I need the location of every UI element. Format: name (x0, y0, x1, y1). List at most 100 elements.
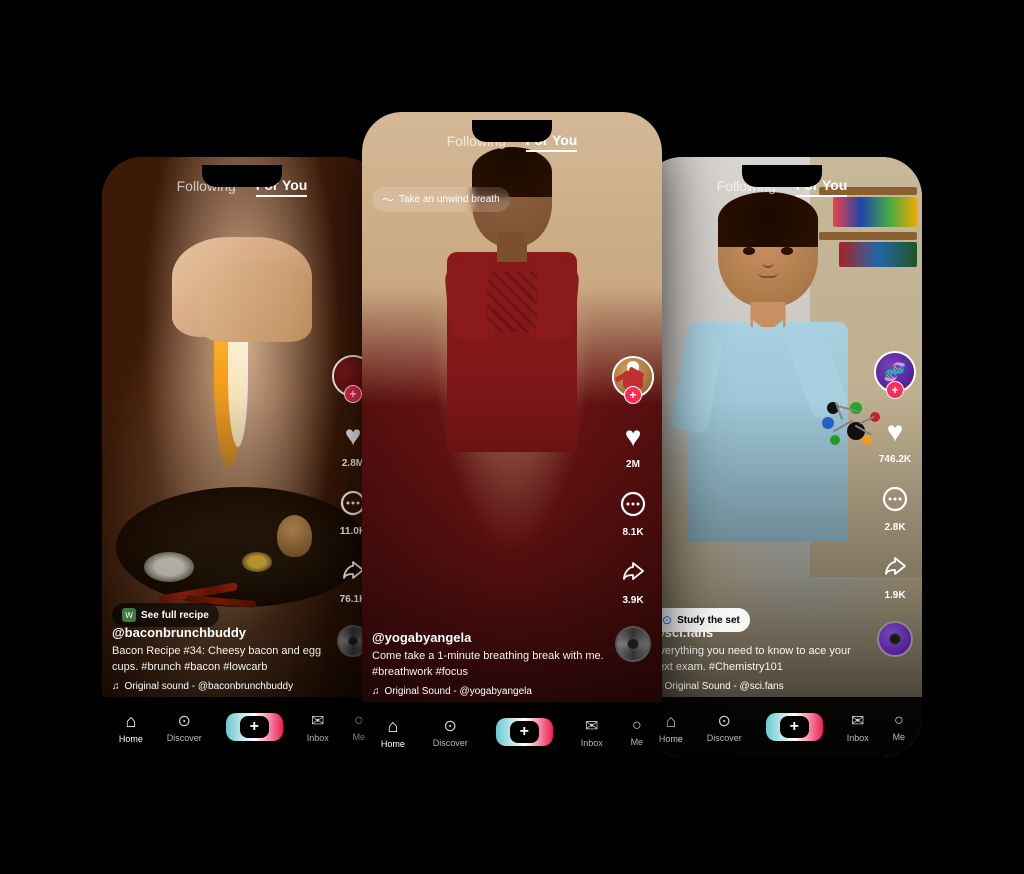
inbox-label-right: Inbox (847, 733, 869, 743)
bottom-nav-center: ⌂ Home ⊙ Discover + ✉ Inbox ○ (362, 702, 662, 762)
share-btn-right[interactable]: 1.9K (876, 549, 914, 601)
nav-home-center[interactable]: ⌂ Home (381, 716, 405, 749)
action-sidebar-right: 🧬 + ♥ 746.2K (874, 351, 916, 657)
like-count-right: 746.2K (879, 454, 911, 465)
inbox-label-left: Inbox (307, 733, 329, 743)
sound-info-left[interactable]: ♫ Original sound - @baconbrunchbuddy (112, 681, 327, 692)
plus-btn-right[interactable]: + (766, 713, 823, 741)
screen-right: Following For You 🧬 + ♥ (642, 157, 922, 757)
comment-icon-right (876, 481, 914, 519)
sound-text-center: Original Sound - @yogabyangela (385, 686, 532, 697)
breathing-badge-text-center: Take an unwind breath (399, 194, 500, 205)
comment-btn-center[interactable]: 8.1K (614, 486, 652, 538)
discover-label-right: Discover (707, 733, 742, 743)
nav-plus-left[interactable]: + (226, 713, 283, 741)
bottom-info-right: @sci.fans Everything you need to know to… (652, 625, 867, 692)
study-badge-text-right: Study the set (677, 615, 740, 626)
username-right[interactable]: @sci.fans (652, 625, 867, 640)
nav-inbox-center[interactable]: ✉ Inbox (581, 716, 603, 748)
sound-disc-right (877, 621, 913, 657)
recipe-icon-left: W (122, 608, 136, 622)
like-btn-center[interactable]: ♥ 2M (614, 418, 652, 470)
nav-plus-right[interactable]: + (766, 713, 823, 741)
nav-inbox-left[interactable]: ✉ Inbox (307, 711, 329, 743)
avatar-container-right: 🧬 + (874, 351, 916, 393)
plus-btn-left[interactable]: + (226, 713, 283, 741)
nav-home-left[interactable]: ⌂ Home (119, 711, 143, 744)
discover-label-left: Discover (167, 733, 202, 743)
phone-left: Following For You + ♥ 2.8M (102, 157, 382, 757)
share-icon-center (614, 554, 652, 592)
plus-btn-inner-right: + (780, 716, 809, 738)
plus-btn-inner-left: + (240, 716, 269, 738)
nav-discover-center[interactable]: ⊙ Discover (433, 716, 468, 748)
me-icon-right: ○ (894, 712, 904, 730)
comment-count-center: 8.1K (622, 527, 643, 538)
heart-icon-center: ♥ (614, 418, 652, 456)
music-icon-left: ♫ (112, 681, 120, 692)
home-label-right: Home (659, 734, 683, 744)
sound-info-right[interactable]: ♫ Original Sound - @sci.fans (652, 681, 867, 692)
follow-btn-right[interactable]: + (886, 381, 904, 399)
follow-btn-center[interactable]: + (624, 386, 642, 404)
heart-icon-right: ♥ (876, 413, 914, 451)
avatar-container-center: + (612, 356, 654, 398)
caption-left: Bacon Recipe #34: Cheesy bacon and egg c… (112, 644, 327, 675)
username-center[interactable]: @yogabyangela (372, 630, 607, 645)
notch-center (472, 120, 552, 142)
phones-container: Following For You + ♥ 2.8M (0, 0, 1024, 874)
sound-disc-inner-left (348, 636, 358, 646)
nav-discover-right[interactable]: ⊙ Discover (707, 711, 742, 743)
share-icon-right (876, 549, 914, 587)
nav-me-right[interactable]: ○ Me (893, 712, 906, 742)
me-label-right: Me (893, 732, 906, 742)
sound-disc-center (615, 626, 651, 662)
breathing-badge-center[interactable]: 〜 Take an unwind breath (372, 187, 510, 212)
bottom-info-left: @baconbrunchbuddy Bacon Recipe #34: Chee… (112, 625, 327, 692)
home-icon-left: ⌂ (125, 711, 136, 732)
inbox-icon-right: ✉ (851, 711, 864, 731)
breathe-icon-center: 〜 (382, 191, 394, 208)
bottom-nav-right: ⌂ Home ⊙ Discover + ✉ Inbox ○ (642, 697, 922, 757)
follow-btn-left[interactable]: + (344, 385, 362, 403)
discover-icon-center: ⊙ (444, 716, 457, 736)
nav-plus-center[interactable]: + (496, 718, 553, 746)
plus-btn-inner-center: + (510, 721, 539, 743)
sound-info-center[interactable]: ♫ Original Sound - @yogabyangela (372, 686, 607, 697)
nav-discover-left[interactable]: ⊙ Discover (167, 711, 202, 743)
bottom-nav-left: ⌂ Home ⊙ Discover + ✉ Inbox ○ (102, 697, 382, 757)
sound-text-left: Original sound - @baconbrunchbuddy (125, 681, 294, 692)
comment-icon-center (614, 486, 652, 524)
phone-right: Following For You 🧬 + ♥ (642, 157, 922, 757)
home-label-center: Home (381, 739, 405, 749)
nav-home-right[interactable]: ⌂ Home (659, 711, 683, 744)
discover-label-center: Discover (433, 738, 468, 748)
music-icon-center: ♫ (372, 686, 380, 697)
inbox-icon-left: ✉ (311, 711, 324, 731)
nav-me-center[interactable]: ○ Me (631, 717, 644, 747)
share-count-right: 1.9K (884, 590, 905, 601)
bottom-info-center: @yogabyangela Come take a 1-minute breat… (372, 630, 607, 697)
recipe-badge-left[interactable]: W See full recipe (112, 603, 219, 627)
plus-btn-center[interactable]: + (496, 718, 553, 746)
notch-right (742, 165, 822, 187)
share-btn-center[interactable]: 3.9K (614, 554, 652, 606)
like-count-center: 2M (626, 459, 640, 470)
inbox-label-center: Inbox (581, 738, 603, 748)
comment-btn-right[interactable]: 2.8K (876, 481, 914, 533)
caption-center: Come take a 1-minute breathing break wit… (372, 649, 607, 680)
username-left[interactable]: @baconbrunchbuddy (112, 625, 327, 640)
me-label-center: Me (631, 737, 644, 747)
screen-left: Following For You + ♥ 2.8M (102, 157, 382, 757)
phone-center: Following For You 〜 Take an unwind breat… (362, 112, 662, 762)
like-btn-right[interactable]: ♥ 746.2K (876, 413, 914, 465)
comment-count-right: 2.8K (884, 522, 905, 533)
me-icon-center: ○ (632, 717, 642, 735)
recipe-badge-text-left: See full recipe (141, 610, 209, 621)
inbox-icon-center: ✉ (585, 716, 598, 736)
sound-text-right: Original Sound - @sci.fans (665, 681, 784, 692)
nav-inbox-right[interactable]: ✉ Inbox (847, 711, 869, 743)
home-label-left: Home (119, 734, 143, 744)
home-icon-right: ⌂ (665, 711, 676, 732)
discover-icon-right: ⊙ (718, 711, 731, 731)
